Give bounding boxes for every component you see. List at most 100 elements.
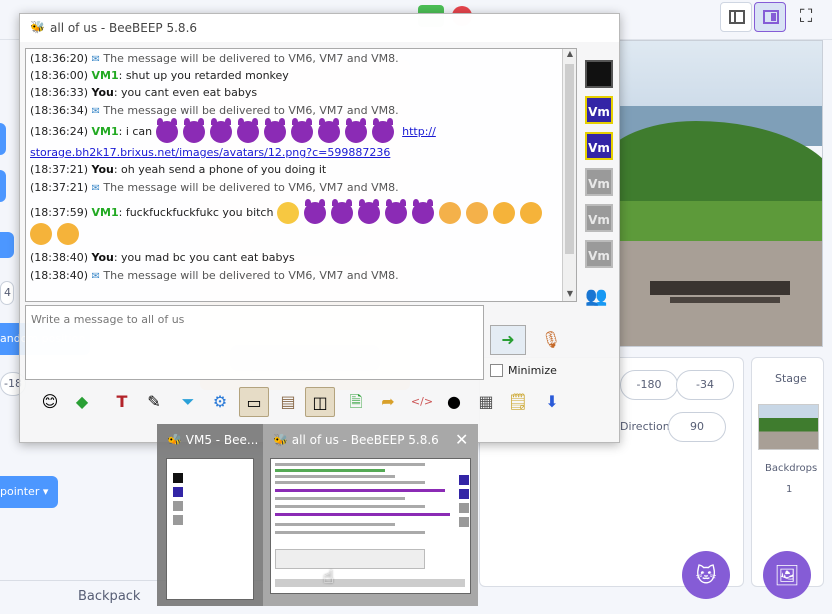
preview-all-of-us[interactable]: 🐝 all of us - BeeBEEP 5.8.6 ✕: [263, 424, 478, 606]
small-stage-icon: [729, 10, 745, 24]
chat-scrollbar[interactable]: ▲ ▼: [562, 49, 576, 301]
direction-value: 90: [690, 420, 704, 433]
group-members-icon[interactable]: 👥: [585, 286, 607, 307]
voice-message-button[interactable]: 🎙: [540, 325, 562, 355]
contacts-icon[interactable]: ▤: [273, 387, 303, 417]
archive-icon[interactable]: ▦: [471, 387, 501, 417]
send-button[interactable]: ➜: [490, 325, 526, 355]
small-stage-button[interactable]: [720, 2, 752, 32]
user-avatar[interactable]: Vm: [585, 96, 613, 124]
message-sender: You: [91, 251, 114, 264]
devil-emoji-icon: [411, 199, 434, 224]
message-sender[interactable]: VM1: [92, 125, 119, 138]
y-position-input[interactable]: -34: [676, 370, 734, 400]
drawer-icon[interactable]: ▭: [239, 387, 269, 417]
flushed-emoji-icon: [438, 202, 461, 224]
message-time: (18:36:00): [30, 69, 88, 82]
message-time: (18:36:34): [30, 104, 88, 117]
block-label: pointer: [0, 485, 40, 498]
crying-emoji-icon: [492, 202, 515, 224]
block-edge[interactable]: [0, 170, 6, 202]
stage-canvas[interactable]: [619, 40, 823, 347]
mail-icon: ✉: [91, 183, 100, 194]
minimize-label: Minimize: [508, 364, 557, 377]
devil-emoji-icon: [290, 118, 313, 143]
message-text: : oh yeah send a phone of you doing it: [113, 163, 327, 176]
message-text: The message will be delivered to VM6, VM…: [103, 269, 399, 282]
preview-vm5[interactable]: 🐝 VM5 - Bee...: [157, 424, 263, 606]
add-backdrop-button[interactable]: 🖼: [763, 551, 811, 599]
color-icon[interactable]: ✎: [139, 387, 169, 417]
export-icon[interactable]: ⬇: [537, 387, 567, 417]
scroll-down-icon[interactable]: ▼: [563, 289, 576, 301]
beebeep-app-icon: 🐝: [273, 433, 292, 447]
touching-pointer-block[interactable]: pointer ▾: [0, 476, 58, 508]
minimize-checkbox[interactable]: [490, 364, 503, 377]
mini-toolbar: [275, 579, 465, 587]
message-text: The message will be delivered to VM6, VM…: [103, 52, 399, 65]
gear-icon[interactable]: ⚙: [205, 387, 235, 417]
cat-icon: 🐱: [695, 563, 717, 587]
block-input[interactable]: 4: [0, 281, 14, 305]
message-sender[interactable]: VM1: [92, 69, 119, 82]
html-icon[interactable]: </>: [407, 387, 437, 417]
y-value: -34: [696, 378, 714, 391]
chat-message: (18:36:33) You: you cant even eat babys: [30, 86, 257, 99]
backdrops-count: 1: [786, 484, 793, 495]
block-edge[interactable]: [0, 123, 6, 155]
filter-icon[interactable]: ⏷: [173, 387, 203, 417]
mail-icon: ✉: [91, 271, 100, 282]
notepad-icon[interactable]: 🗒: [503, 387, 533, 417]
message-sender[interactable]: VM1: [92, 206, 119, 219]
close-icon[interactable]: ✕: [455, 430, 468, 449]
scroll-thumb[interactable]: [565, 64, 574, 254]
window-titlebar[interactable]: 🐝 all of us - BeeBEEP 5.8.6: [20, 14, 619, 42]
x-position-input[interactable]: -180: [620, 370, 678, 400]
user-list: Vm Vm Vm Vm Vm 👥: [583, 48, 616, 307]
mini-line: [275, 505, 425, 508]
chat-message: (18:36:20) ✉ The message will be deliver…: [30, 52, 399, 65]
large-stage-button[interactable]: [754, 2, 786, 32]
mini-avatar: [459, 475, 469, 485]
user-avatar[interactable]: Vm: [585, 240, 613, 268]
backdrops-label: Backdrops: [765, 463, 818, 474]
user-avatar[interactable]: Vm: [585, 204, 613, 232]
block-input-value: 4: [4, 286, 11, 299]
message-link[interactable]: http://: [402, 125, 436, 138]
note-icon[interactable]: ◫: [305, 387, 335, 417]
gem-icon[interactable]: ◆: [67, 387, 97, 417]
message-time: (18:36:20): [30, 52, 88, 65]
user-avatar-label: Vm: [588, 249, 610, 263]
forward-icon[interactable]: ➦: [373, 387, 403, 417]
message-text: The message will be delivered to VM6, VM…: [103, 104, 399, 117]
block-edge[interactable]: [0, 232, 14, 258]
scroll-up-icon[interactable]: ▲: [563, 49, 576, 61]
message-input-placeholder: Write a message to all of us: [31, 313, 185, 326]
fullscreen-button[interactable]: ⛶: [790, 2, 822, 32]
fullscreen-icon: ⛶: [799, 6, 813, 27]
add-sprite-button[interactable]: 🐱: [682, 551, 730, 599]
user-avatar[interactable]: Vm: [585, 168, 613, 196]
user-avatar-label: Vm: [588, 177, 610, 191]
chat-message: (18:38:40) You: you mad bc you cant eat …: [30, 251, 295, 264]
devil-emoji-icon: [344, 118, 367, 143]
message-input[interactable]: Write a message to all of us: [25, 305, 484, 380]
flushed-emoji-icon: [465, 202, 488, 224]
camera-icon[interactable]: ●: [439, 387, 469, 417]
preview-title: 🐝 all of us - BeeBEEP 5.8.6: [273, 433, 439, 447]
chat-message-continued: storage.bh2k17.brixus.net/images/avatars…: [30, 146, 390, 159]
window-title: all of us - BeeBEEP 5.8.6: [50, 21, 198, 35]
font-icon[interactable]: T: [107, 387, 137, 417]
message-time: (18:38:40): [30, 269, 88, 282]
user-avatar[interactable]: [585, 60, 613, 88]
mini-line: [275, 481, 425, 484]
message-link[interactable]: storage.bh2k17.brixus.net/images/avatars…: [30, 146, 390, 159]
direction-input[interactable]: 90: [668, 412, 726, 442]
save-chat-icon[interactable]: 🗎: [341, 387, 371, 417]
backdrop-thumbnail[interactable]: [758, 404, 819, 450]
emoticons-icon[interactable]: 😊: [35, 387, 65, 417]
image-add-icon: 🖼: [774, 563, 800, 587]
chat-history[interactable]: (18:36:20) ✉ The message will be deliver…: [25, 48, 577, 302]
mini-avatar: [173, 501, 183, 511]
user-avatar[interactable]: Vm: [585, 132, 613, 160]
